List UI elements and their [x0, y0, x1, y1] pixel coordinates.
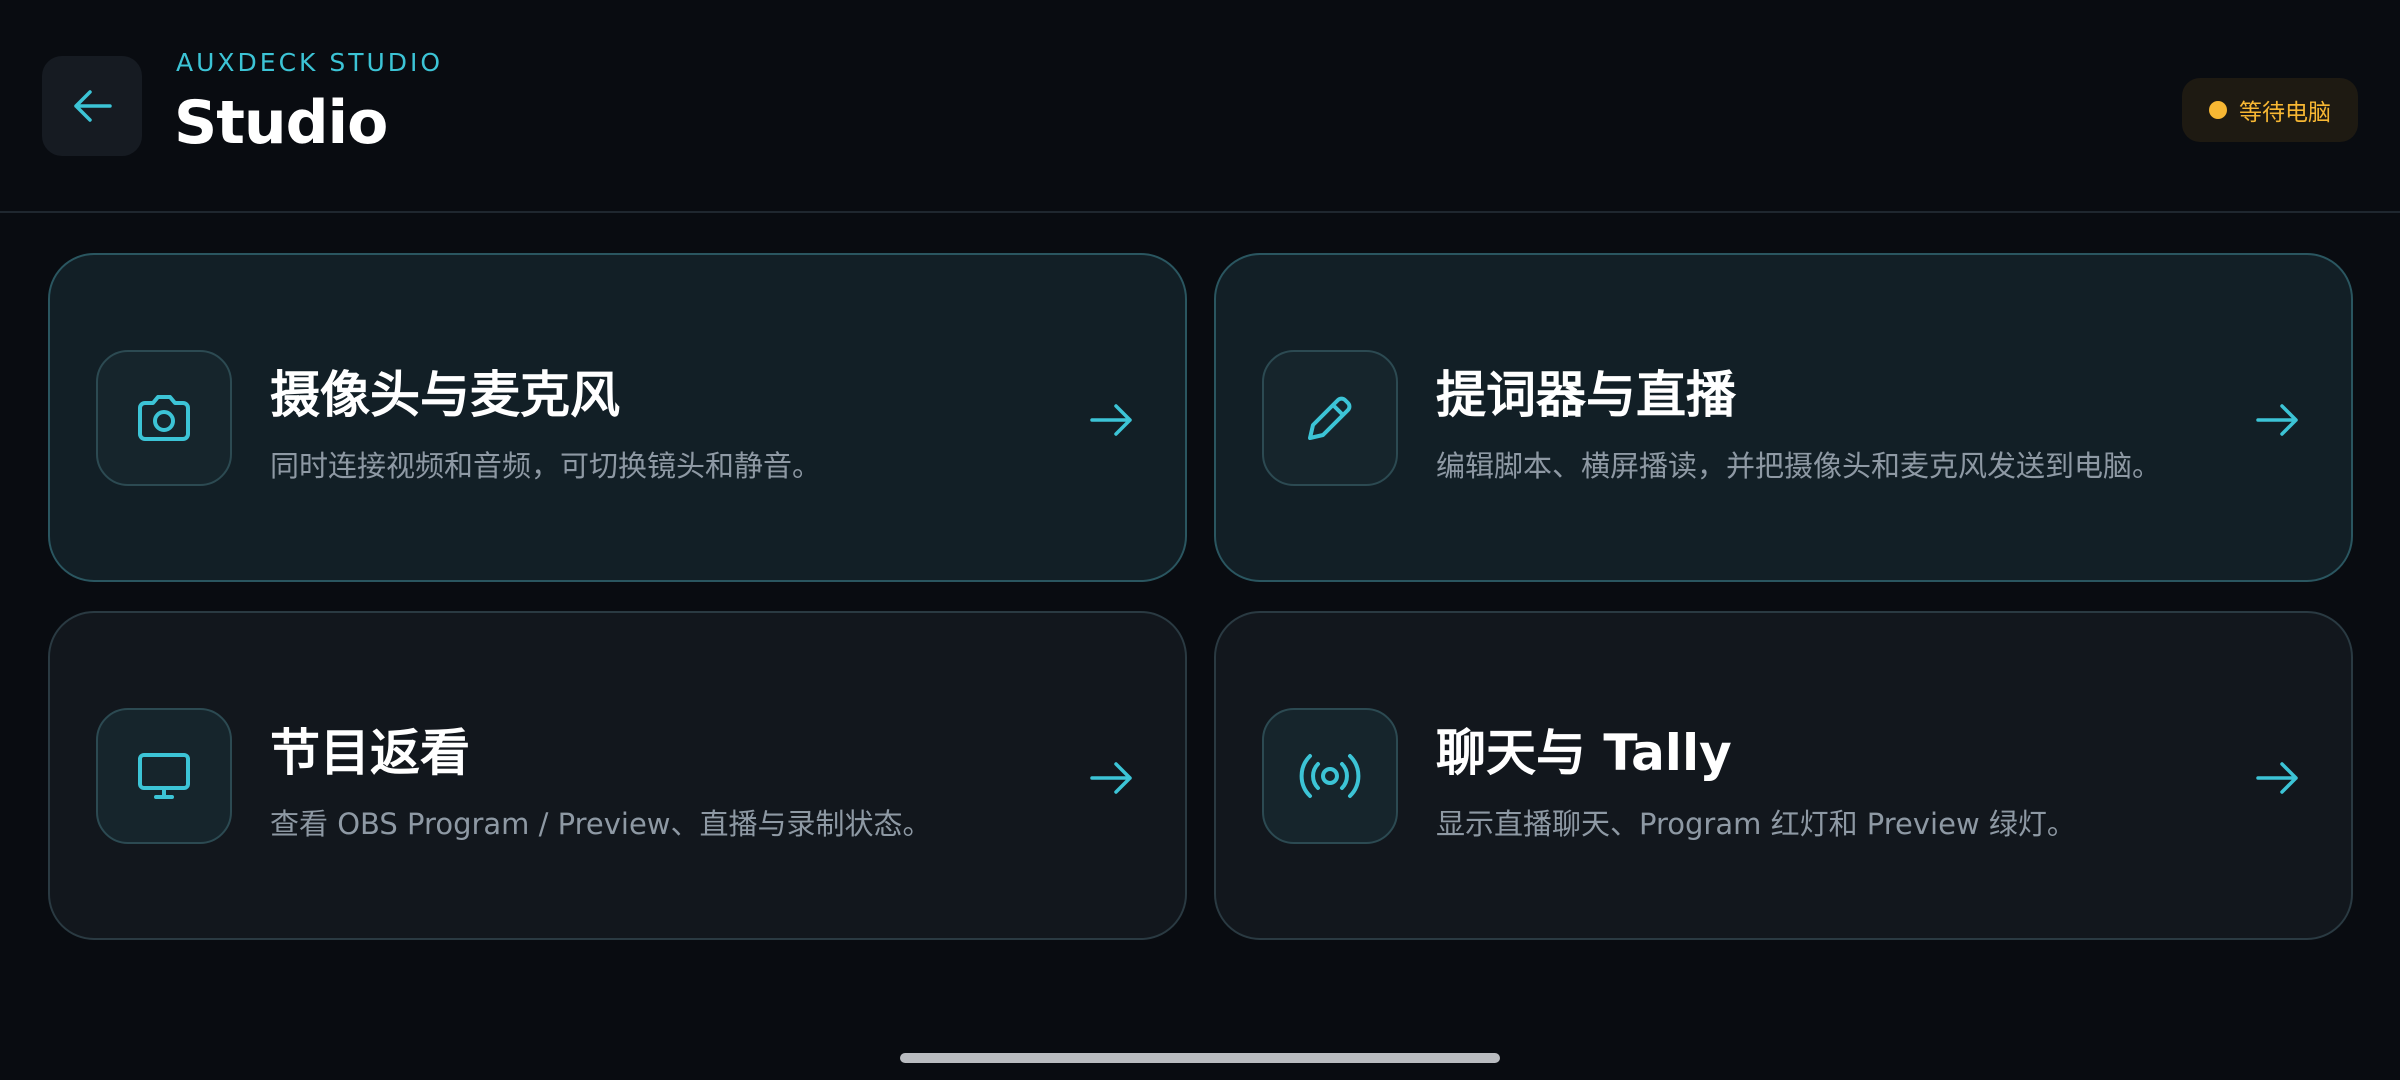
card-description: 同时连接视频和音频，可切换镜头和静音。	[270, 449, 822, 483]
arrow-right-icon	[1085, 393, 1139, 447]
status-dot-icon	[2209, 101, 2227, 119]
monitor-icon	[96, 708, 232, 844]
card-title: 聊天与 Tally	[1436, 724, 1732, 782]
card-description: 显示直播聊天、Program 红灯和 Preview 绿灯。	[1436, 807, 2076, 841]
back-button[interactable]	[42, 56, 142, 156]
card-teleprompter-live[interactable]: 提词器与直播 编辑脚本、横屏播读，并把摄像头和麦克风发送到电脑。	[1214, 253, 2353, 582]
arrow-right-icon	[2251, 751, 2305, 805]
home-indicator[interactable]	[900, 1053, 1500, 1063]
app-brand: AUXDECK STUDIO	[176, 48, 444, 77]
card-title: 节目返看	[270, 724, 470, 782]
card-program-monitor[interactable]: 节目返看 查看 OBS Program / Preview、直播与录制状态。	[48, 611, 1187, 940]
camera-icon	[96, 350, 232, 486]
card-description: 编辑脚本、横屏播读，并把摄像头和麦克风发送到电脑。	[1436, 449, 2162, 483]
card-description: 查看 OBS Program / Preview、直播与录制状态。	[270, 807, 932, 841]
card-title: 摄像头与麦克风	[270, 366, 620, 424]
status-text: 等待电脑	[2239, 100, 2331, 126]
pencil-icon	[1262, 350, 1398, 486]
card-camera-mic[interactable]: 摄像头与麦克风 同时连接视频和音频，可切换镜头和静音。	[48, 253, 1187, 582]
card-chat-tally[interactable]: 聊天与 Tally 显示直播聊天、Program 红灯和 Preview 绿灯。	[1214, 611, 2353, 940]
broadcast-icon	[1262, 708, 1398, 844]
top-bar: AUXDECK STUDIO Studio 等待电脑	[0, 0, 2400, 213]
card-title: 提词器与直播	[1436, 366, 1736, 424]
arrow-right-icon	[1085, 751, 1139, 805]
arrow-left-icon	[74, 90, 112, 122]
page-title: Studio	[174, 88, 388, 158]
connection-status-badge: 等待电脑	[2182, 78, 2358, 142]
arrow-right-icon	[2251, 393, 2305, 447]
